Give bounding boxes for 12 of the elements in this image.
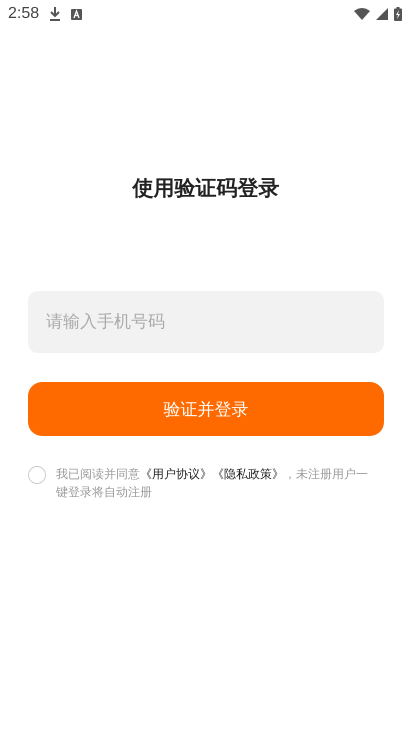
policy-link[interactable]: 《隐私政策》 bbox=[212, 467, 284, 481]
page-title: 使用验证码登录 bbox=[131, 175, 280, 202]
agreement-checkbox[interactable] bbox=[28, 466, 46, 484]
signal-icon bbox=[376, 8, 388, 20]
wifi-icon bbox=[354, 8, 370, 20]
app-notification-icon bbox=[71, 8, 82, 20]
phone-input-field[interactable]: 请输入手机号码 bbox=[28, 291, 384, 353]
agreement-text: 我已阅读并同意《用户协议》《隐私政策》，未注册用户一键登录将自动注册 bbox=[56, 466, 369, 501]
download-icon bbox=[49, 7, 62, 21]
status-time: 2:58 bbox=[8, 5, 40, 23]
policy-link[interactable]: 《用户协议》 bbox=[140, 467, 212, 481]
battery-icon bbox=[394, 7, 402, 21]
